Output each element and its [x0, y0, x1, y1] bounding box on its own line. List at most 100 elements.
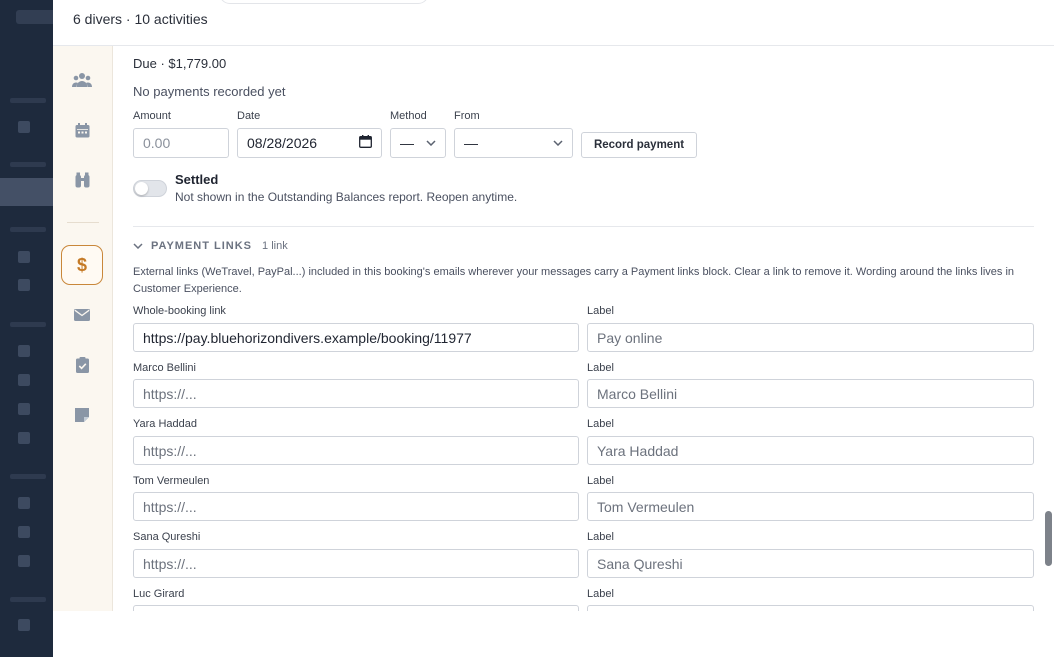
dollar-icon: $: [76, 254, 87, 275]
backdrop-section-line: [10, 227, 46, 232]
link-row-label-heading: Label: [587, 418, 614, 430]
from-label: From: [454, 110, 480, 122]
app-root: 6 divers · 10 activities $ Due · $1,779.…: [0, 0, 1054, 657]
booking-summary: 6 divers · 10 activities: [73, 11, 208, 27]
link-row-name: Tom Vermeulen: [133, 475, 210, 487]
no-payments-note: No payments recorded yet: [133, 84, 286, 99]
amount-label: Amount: [133, 110, 171, 122]
method-label: Method: [390, 110, 427, 122]
link-row-label-heading: Label: [587, 362, 614, 374]
rail-calendar-button[interactable]: [61, 110, 103, 150]
backdrop-section-line: [10, 322, 46, 327]
backdrop-nav-item: [18, 497, 30, 509]
backdrop-nav-item: [18, 619, 30, 631]
chevron-down-icon: [426, 138, 436, 149]
link-row-name: Yara Haddad: [133, 418, 198, 430]
link-label-value: Pay online: [597, 329, 663, 346]
payment-links-count: 1 link: [262, 240, 288, 252]
link-row-label-heading: Label: [587, 588, 614, 600]
rail-gear-button[interactable]: [61, 160, 103, 200]
header-search-pill[interactable]: [219, 0, 429, 4]
record-payment-button[interactable]: Record payment: [581, 132, 697, 158]
link-url-placeholder: https://...: [143, 555, 197, 572]
method-select[interactable]: —: [390, 128, 446, 158]
clipboard-check-icon: [75, 357, 89, 373]
settled-title: Settled: [175, 172, 219, 187]
backdrop-nav-item: [18, 374, 30, 386]
rail-checklist-button[interactable]: [61, 345, 103, 385]
backdrop-nav-item: [18, 251, 30, 263]
calendar-icon: [75, 122, 90, 138]
booking-drawer: 6 divers · 10 activities $ Due · $1,779.…: [53, 0, 1054, 657]
note-icon: [75, 408, 89, 422]
backdrop-section-line: [10, 98, 46, 103]
backdrop-nav-item: [18, 526, 30, 538]
payment-links-description: External links (WeTravel, PayPal...) inc…: [133, 266, 1015, 295]
link-url-placeholder: https://...: [143, 498, 197, 515]
link-row-label-heading: Label: [587, 531, 614, 543]
rail-divers-button[interactable]: [61, 60, 103, 100]
link-url-input[interactable]: https://...: [133, 549, 579, 578]
amount-placeholder: 0.00: [143, 135, 171, 151]
drawer-header: 6 divers · 10 activities: [53, 0, 1054, 46]
link-row-name: Marco Bellini: [133, 362, 196, 374]
backdrop-nav-item: [18, 279, 30, 291]
date-input[interactable]: 08/28/2026: [237, 128, 382, 158]
amount-due: Due · $1,779.00: [133, 56, 227, 71]
chevron-down-icon: [553, 138, 563, 149]
settled-toggle[interactable]: [133, 180, 167, 197]
backdrop-nav-item: [18, 121, 30, 133]
backdrop-section-line: [10, 162, 46, 167]
link-label-input[interactable]: Yara Haddad: [587, 436, 1034, 465]
date-label: Date: [237, 110, 261, 122]
link-row-label-heading: Label: [587, 475, 614, 487]
settled-description: Not shown in the Outstanding Balances re…: [175, 190, 518, 204]
payment-links-toggle[interactable]: PAYMENT LINKS 1 link: [133, 240, 288, 252]
page-backdrop[interactable]: [0, 0, 53, 657]
payments-section: Due · $1,779.00 No payments recorded yet…: [113, 46, 1054, 611]
backdrop-nav-item: [18, 432, 30, 444]
amount-input[interactable]: 0.00: [133, 128, 229, 158]
backdrop-nav-item: [18, 345, 30, 357]
link-url-placeholder: https://...: [143, 385, 197, 402]
chevron-down-icon: [133, 240, 143, 252]
link-label-value: Marco Bellini: [597, 385, 678, 402]
from-select[interactable]: —: [454, 128, 573, 158]
envelope-icon: [74, 309, 90, 321]
link-label-input[interactable]: Sana Qureshi: [587, 549, 1034, 578]
rail-notes-button[interactable]: [61, 395, 103, 435]
backdrop-nav-item: [18, 555, 30, 567]
from-value: —: [464, 135, 478, 151]
link-url-input[interactable]: https://...: [133, 379, 579, 408]
link-label-input[interactable]: Marco Bellini: [587, 379, 1034, 408]
payment-links-title: PAYMENT LINKS: [151, 240, 253, 252]
rail-payments-button[interactable]: $: [61, 245, 103, 285]
link-row-label-heading: Label: [587, 305, 614, 317]
drawer-footer-area: [53, 611, 1054, 657]
link-url-input[interactable]: https://...: [133, 436, 579, 465]
rail-email-button[interactable]: [61, 295, 103, 335]
link-row-name: Sana Qureshi: [133, 531, 201, 543]
method-value: —: [400, 135, 414, 151]
link-row-name: Whole-booking link: [133, 305, 226, 317]
link-url-input[interactable]: https://...: [133, 492, 579, 521]
link-row-name: Luc Girard: [133, 588, 185, 600]
link-label-value: Yara Haddad: [597, 442, 679, 459]
section-rail: $: [53, 46, 113, 611]
backdrop-nav-active: [0, 178, 53, 206]
toggle-knob: [135, 182, 148, 195]
link-label-input[interactable]: Tom Vermeulen: [587, 492, 1034, 521]
backdrop-section-line: [10, 597, 46, 602]
scrollbar-thumb[interactable]: [1045, 511, 1052, 566]
link-url-input[interactable]: https://pay.bluehorizondivers.example/bo…: [133, 323, 579, 352]
date-value: 08/28/2026: [247, 135, 318, 151]
backdrop-app-title: [16, 10, 53, 24]
link-label-value: Sana Qureshi: [597, 555, 683, 572]
backdrop-nav-item: [18, 403, 30, 415]
link-label-input[interactable]: Pay online: [587, 323, 1034, 352]
link-url-placeholder: https://...: [143, 442, 197, 459]
rail-separator: [67, 222, 99, 223]
link-url-value: https://pay.bluehorizondivers.example/bo…: [143, 329, 472, 346]
link-label-value: Tom Vermeulen: [597, 498, 695, 515]
calendar-picker-icon[interactable]: [359, 135, 372, 151]
